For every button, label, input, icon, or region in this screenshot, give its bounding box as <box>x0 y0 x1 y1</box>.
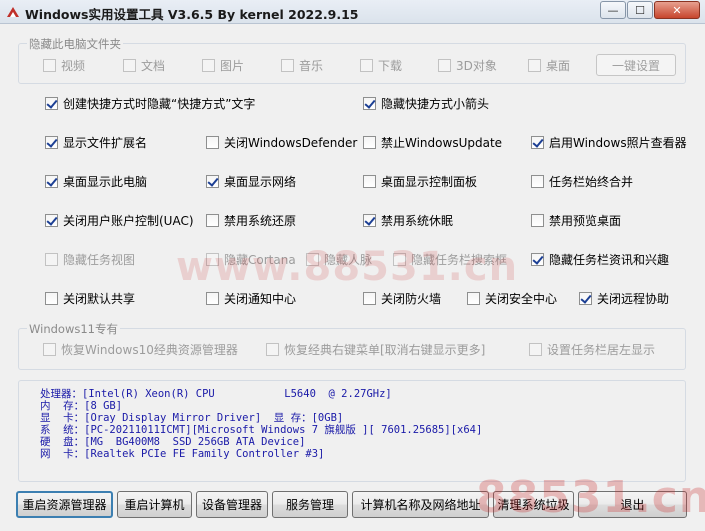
os-info: 系 统：[PC-20211011ICMT][Microsoft Windows … <box>40 424 483 436</box>
folder-3d-checkbox[interactable]: 3D对象 <box>438 57 497 73</box>
disable-defender-checkbox[interactable]: 关闭WindowsDefender <box>206 134 357 150</box>
classic-explorer-checkbox[interactable]: 恢复Windows10经典资源管理器 <box>43 341 238 357</box>
hide-folders-title: 隐藏此电脑文件夹 <box>27 36 123 52</box>
hide-news-checkbox[interactable]: 隐藏任务栏资讯和兴趣 <box>531 251 669 267</box>
folder-pictures-checkbox[interactable]: 图片 <box>202 57 244 73</box>
restart-computer-button[interactable]: 重启计算机 <box>117 491 192 518</box>
disable-notify-center-checkbox[interactable]: 关闭通知中心 <box>206 290 296 306</box>
app-logo-icon <box>7 7 19 17</box>
photo-viewer-checkbox[interactable]: 启用Windows照片查看器 <box>531 134 687 150</box>
minimize-button[interactable]: — <box>600 1 626 19</box>
disable-restore-checkbox[interactable]: 禁用系统还原 <box>206 212 296 228</box>
folder-desktop-checkbox[interactable]: 桌面 <box>528 57 570 73</box>
folder-docs-checkbox[interactable]: 文档 <box>123 57 165 73</box>
one-click-set-button[interactable]: 一键设置 <box>596 54 676 76</box>
disable-default-share-checkbox[interactable]: 关闭默认共享 <box>45 290 135 306</box>
hide-search-box-checkbox[interactable]: 隐藏任务栏搜索框 <box>393 251 507 267</box>
title-bar[interactable]: Windows实用设置工具 V3.6.5 By kernel 2022.9.15… <box>0 0 705 24</box>
hide-cortana-checkbox[interactable]: 隐藏Cortana <box>206 251 296 267</box>
desktop-network-checkbox[interactable]: 桌面显示网络 <box>206 173 296 189</box>
cpu-info: 处理器：[Intel(R) Xeon(R) CPU L5640 @ 2.27GH… <box>40 388 392 400</box>
disk-info: 硬 盘：[MG BG400M8 SSD 256GB ATA Device] <box>40 436 306 448</box>
hide-people-checkbox[interactable]: 隐藏人脉 <box>306 251 372 267</box>
show-extension-checkbox[interactable]: 显示文件扩展名 <box>45 134 147 150</box>
disable-sleep-checkbox[interactable]: 禁用系统休眠 <box>363 212 453 228</box>
network-card-info: 网 卡：[Realtek PCIe FE Family Controller #… <box>40 448 325 460</box>
folder-video-checkbox[interactable]: 视频 <box>43 57 85 73</box>
disable-update-checkbox[interactable]: 禁止WindowsUpdate <box>363 134 502 150</box>
desktop-pc-checkbox[interactable]: 桌面显示此电脑 <box>45 173 147 189</box>
window-title: Windows实用设置工具 V3.6.5 By kernel 2022.9.15 <box>25 7 359 22</box>
hide-shortcut-arrow-checkbox[interactable]: 隐藏快捷方式小箭头 <box>363 95 489 111</box>
taskbar-left-checkbox[interactable]: 设置任务栏居左显示 <box>529 341 655 357</box>
clean-junk-button[interactable]: 清理系统垃圾 <box>493 491 574 518</box>
desktop-control-panel-checkbox[interactable]: 桌面显示控制面板 <box>363 173 477 189</box>
disable-uac-checkbox[interactable]: 关闭用户账户控制(UAC) <box>45 212 194 228</box>
device-manager-button[interactable]: 设备管理器 <box>196 491 268 518</box>
computer-name-network-button[interactable]: 计算机名称及网络地址 <box>352 491 489 518</box>
classic-context-menu-checkbox[interactable]: 恢复经典右键菜单[取消右键显示更多] <box>266 341 485 357</box>
service-manager-button[interactable]: 服务管理 <box>272 491 348 518</box>
exit-button[interactable]: 退出 <box>578 491 687 518</box>
folder-music-checkbox[interactable]: 音乐 <box>281 57 323 73</box>
gpu-info: 显 卡：[Oray Display Mirror Driver] 显 存：[0G… <box>40 412 344 424</box>
hide-folders-group: 隐藏此电脑文件夹 <box>18 36 686 84</box>
restart-explorer-button[interactable]: 重启资源管理器 <box>16 491 113 518</box>
hide-task-view-checkbox[interactable]: 隐藏任务视图 <box>45 251 135 267</box>
windows11-title: Windows11专有 <box>27 321 120 337</box>
close-button[interactable]: ✕ <box>654 1 700 19</box>
folder-downloads-checkbox[interactable]: 下载 <box>360 57 402 73</box>
memory-info: 内 存：[8 GB] <box>40 400 123 412</box>
taskbar-combine-checkbox[interactable]: 任务栏始终合并 <box>531 173 633 189</box>
hide-shortcut-text-checkbox[interactable]: 创建快捷方式时隐藏“快捷方式”文字 <box>45 95 255 111</box>
disable-remote-assist-checkbox[interactable]: 关闭远程协助 <box>579 290 669 306</box>
maximize-button[interactable]: ☐ <box>627 1 653 19</box>
disable-firewall-checkbox[interactable]: 关闭防火墙 <box>363 290 441 306</box>
disable-preview-desktop-checkbox[interactable]: 禁用预览桌面 <box>531 212 621 228</box>
disable-security-center-checkbox[interactable]: 关闭安全中心 <box>467 290 557 306</box>
